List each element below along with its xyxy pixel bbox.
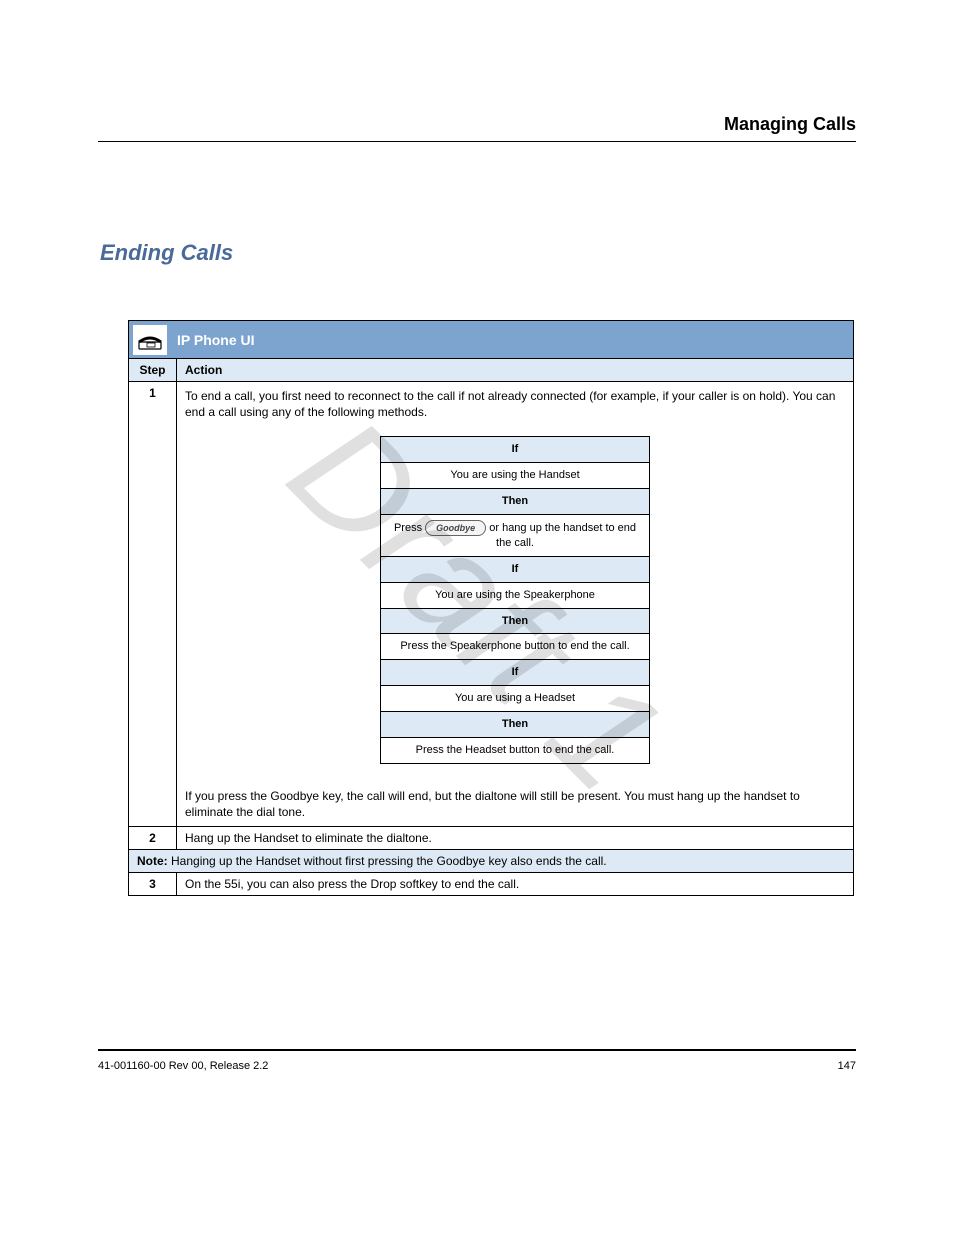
page-header: Managing Calls [98, 114, 856, 142]
table-row: 2 Hang up the Handset to eliminate the d… [129, 827, 854, 850]
inner-then-body: Press the Headset button to end the call… [381, 737, 650, 763]
table-header-row: Step Action [129, 359, 854, 382]
inner-if-body: You are using a Headset [381, 686, 650, 712]
step-number: 1 [129, 382, 177, 827]
goodbye-button-icon: Goodbye [425, 520, 486, 536]
row1-outro: If you press the Goodbye key, the call w… [177, 782, 853, 826]
inner-table: If You are using the Handset Then Press … [380, 436, 650, 763]
table-row: 3 On the 55i, you can also press the Dro… [129, 873, 854, 896]
main-table: IP Phone UI Step Action 1 To end a call,… [128, 320, 854, 896]
inner-then-body: Press the Speakerphone button to end the… [381, 634, 650, 660]
col-step: Step [129, 359, 177, 382]
header-title: Managing Calls [98, 114, 856, 142]
section-title: Ending Calls [100, 240, 233, 266]
inner-then-header: Then [381, 608, 650, 634]
inner-if-header: If [381, 437, 650, 463]
table-title-text: IP Phone UI [177, 332, 255, 348]
step-action: To end a call, you first need to reconne… [177, 382, 854, 827]
col-action: Action [177, 359, 854, 382]
table-row: 1 To end a call, you first need to recon… [129, 382, 854, 827]
inner-if-header: If [381, 660, 650, 686]
inner-then-header: Then [381, 711, 650, 737]
row1-intro: To end a call, you first need to reconne… [177, 382, 853, 426]
table-title-bar: IP Phone UI [129, 321, 854, 359]
step-action: Hang up the Handset to eliminate the dia… [177, 827, 854, 850]
inner-if-body: You are using the Speakerphone [381, 582, 650, 608]
footer-rule [98, 1049, 856, 1051]
inner-then-body: Press Goodbye or hang up the handset to … [381, 514, 650, 556]
note-text: Hanging up the Handset without first pre… [171, 854, 607, 868]
note-row: Note: Hanging up the Handset without fir… [129, 850, 854, 873]
then-post: or hang up the handset to end the call. [489, 522, 636, 549]
note-label: Note: [137, 854, 168, 868]
step-action: On the 55i, you can also press the Drop … [177, 873, 854, 896]
inner-if-body: You are using the Handset [381, 463, 650, 489]
phone-icon [133, 325, 167, 355]
inner-if-header: If [381, 556, 650, 582]
step-number: 2 [129, 827, 177, 850]
then-pre: Press [394, 522, 425, 534]
inner-then-header: Then [381, 489, 650, 515]
footer-left: 41-001160-00 Rev 00, Release 2.2 [98, 1060, 268, 1072]
step-number: 3 [129, 873, 177, 896]
footer-page-number: 147 [838, 1060, 856, 1072]
